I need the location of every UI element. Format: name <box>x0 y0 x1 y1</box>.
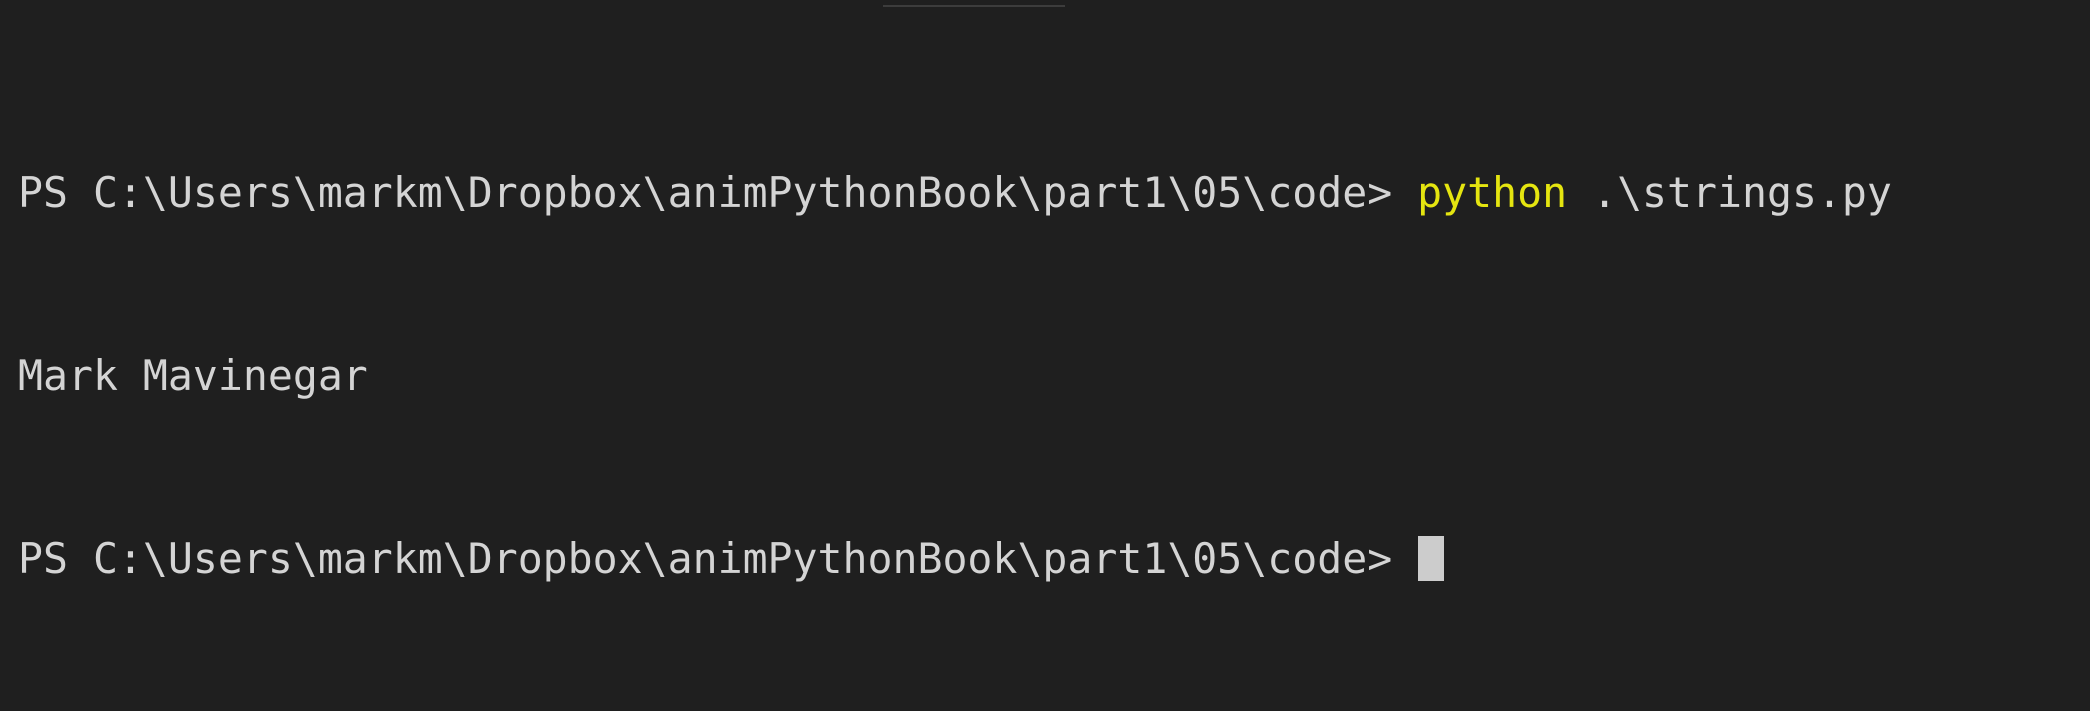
terminal-line-prompt[interactable]: PS C:\Users\markm\Dropbox\animPythonBook… <box>18 528 2070 589</box>
prompt-text: PS C:\Users\markm\Dropbox\animPythonBook… <box>18 168 1418 217</box>
terminal-line-command: PS C:\Users\markm\Dropbox\animPythonBook… <box>18 162 2070 223</box>
panel-resize-handle[interactable] <box>883 5 1065 7</box>
prompt-text: PS C:\Users\markm\Dropbox\animPythonBook… <box>18 534 1393 583</box>
command-args: .\strings.py <box>1567 168 1892 217</box>
terminal-output: PS C:\Users\markm\Dropbox\animPythonBook… <box>18 40 2070 711</box>
command-name: python <box>1417 168 1568 217</box>
terminal-panel[interactable]: PS C:\Users\markm\Dropbox\animPythonBook… <box>0 0 2090 583</box>
program-output: Mark Mavinegar <box>18 351 368 400</box>
text-cursor <box>1418 536 1445 581</box>
terminal-line-output: Mark Mavinegar <box>18 345 2070 406</box>
